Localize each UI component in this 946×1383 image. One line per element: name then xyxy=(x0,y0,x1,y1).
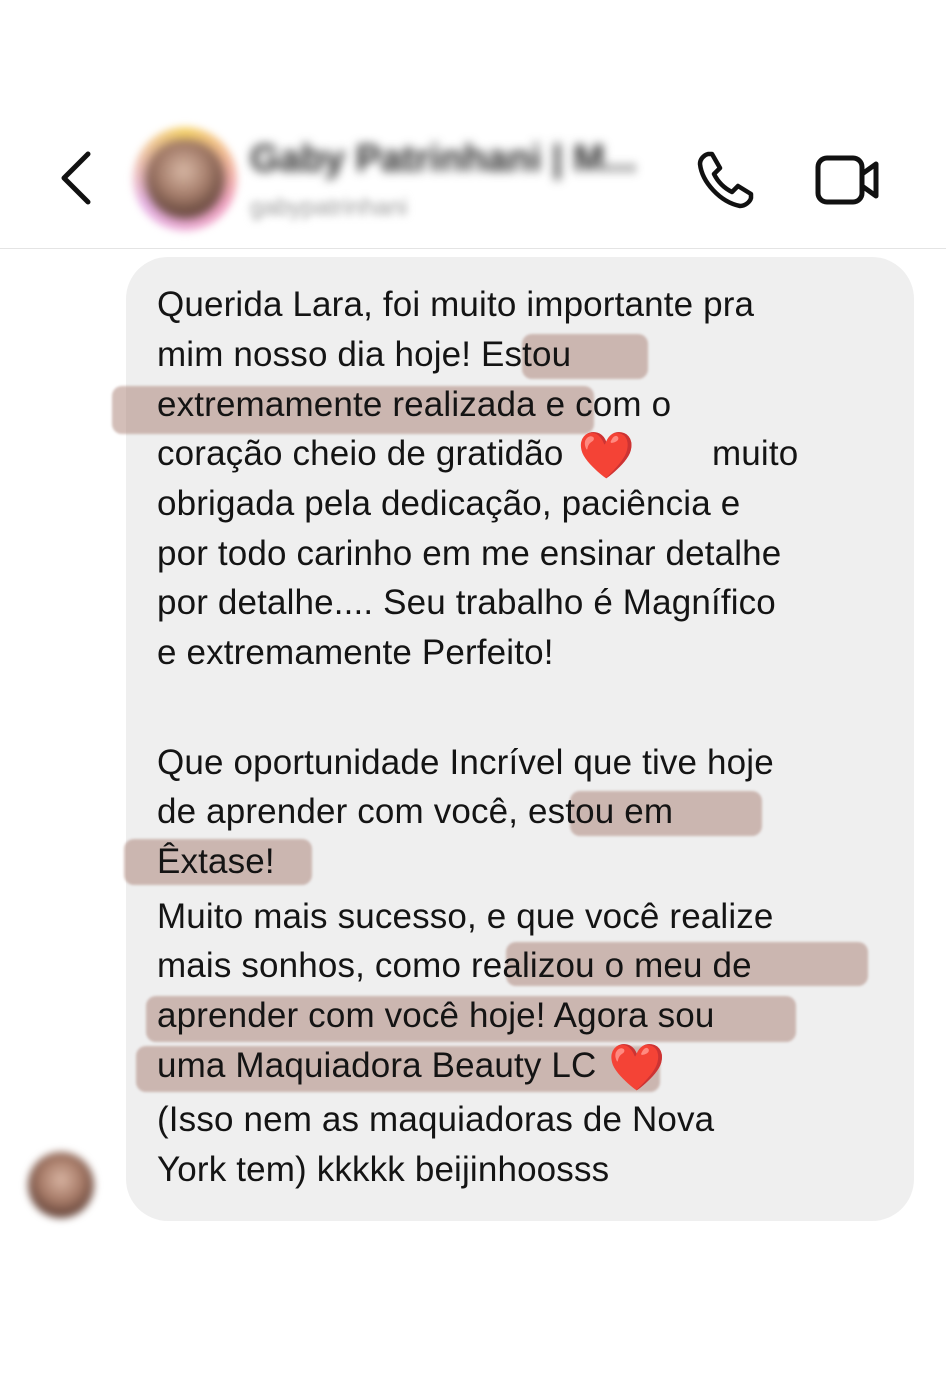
video-camera-icon xyxy=(815,155,879,205)
back-button[interactable] xyxy=(48,148,104,208)
contact-handle[interactable]: gabypatrinhani xyxy=(250,194,407,222)
message-line: e extremamente Perfeito! xyxy=(157,633,554,672)
contact-avatar[interactable] xyxy=(145,139,225,219)
message-line: por todo carinho em me ensinar detalhe xyxy=(157,534,782,573)
message-line: mim nosso dia hoje! Estou xyxy=(157,335,572,374)
message-line: mais sonhos, como realizou o meu de xyxy=(157,946,752,985)
message-line: coração cheio de gratidão ❤️ xyxy=(157,429,635,481)
message-text: coração cheio de gratidão xyxy=(157,434,564,473)
phone-icon xyxy=(697,151,754,209)
message-line: muito xyxy=(712,434,799,473)
message-line: Muito mais sucesso, e que você realize xyxy=(157,897,774,936)
message-line: Que oportunidade Incrível que tive hoje xyxy=(157,743,774,782)
message-line: de aprender com você, estou em xyxy=(157,792,674,831)
red-heart-emoji: ❤️ xyxy=(608,1041,666,1093)
message-line: Êxtase! xyxy=(157,842,275,881)
sender-avatar[interactable] xyxy=(28,1152,94,1218)
message-line: (Isso nem as maquiadoras de Nova xyxy=(157,1100,715,1139)
message-line: extremamente realizada e com o xyxy=(157,385,672,424)
audio-call-button[interactable] xyxy=(694,148,758,212)
message-line: uma Maquiadora Beauty LC ❤️ xyxy=(157,1041,666,1093)
video-call-button[interactable] xyxy=(814,152,882,208)
message-line: York tem) kkkkk beijinhoosss xyxy=(157,1150,610,1189)
red-heart-emoji: ❤️ xyxy=(577,429,635,481)
contact-name[interactable]: Gaby Patrinhani | M... xyxy=(250,138,636,181)
message-line: obrigada pela dedicação, paciência e xyxy=(157,484,741,523)
message-text: uma Maquiadora Beauty LC xyxy=(157,1046,597,1085)
conversation-header: Gaby Patrinhani | M... gabypatrinhani xyxy=(0,110,946,249)
chevron-left-icon xyxy=(61,151,91,205)
message-line: aprender com você hoje! Agora sou xyxy=(157,996,715,1035)
message-line: por detalhe.... Seu trabalho é Magnífico xyxy=(157,583,776,622)
message-line: Querida Lara, foi muito importante pra xyxy=(157,285,755,324)
